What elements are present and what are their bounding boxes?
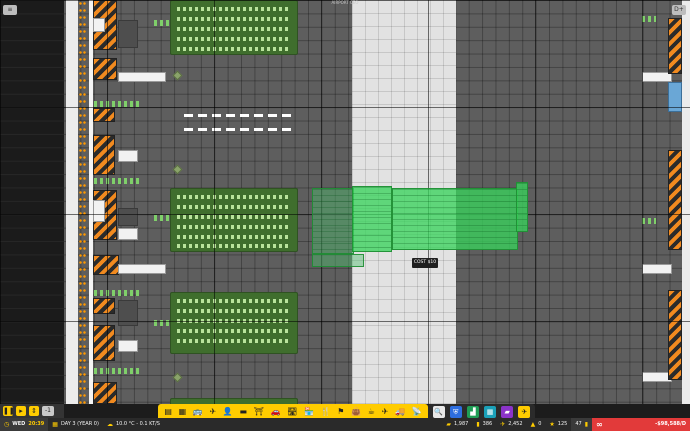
status-bar: ◷ WED 20:39 ▦ DAY 3 (YEAR 0) ☁ 10.0 °C -… — [0, 418, 690, 431]
bus-icon[interactable]: 🚌 — [193, 404, 203, 419]
weather-label: 10.0 °C - 0.1 KT/S — [115, 421, 160, 427]
gate-icon[interactable]: ⛩ — [254, 404, 264, 419]
placement-preview — [312, 188, 354, 254]
coffee-icon[interactable]: ☕ — [368, 404, 375, 419]
placement-preview — [516, 182, 528, 232]
flights-stat[interactable]: ✈ 2,452 — [496, 418, 526, 431]
road-icon[interactable]: 🛣 — [287, 404, 297, 419]
warning-icon: ▲ — [530, 421, 536, 428]
person-icon: ▮ — [584, 421, 588, 428]
shield-icon[interactable]: ⛨ — [449, 405, 462, 418]
time-label: 20:39 — [28, 421, 45, 427]
placement-preview — [312, 254, 364, 267]
person-icon[interactable]: 👤 — [223, 404, 233, 419]
passengers-stat[interactable]: ▰ 1,987 — [442, 418, 472, 431]
money-label: -$98,588/D — [655, 421, 686, 427]
shop-icon[interactable]: 🏪 — [304, 404, 314, 419]
day-label: WED — [12, 421, 26, 427]
search-icon[interactable]: 🔍 — [432, 405, 445, 418]
staff-stat[interactable]: ▮ 386 — [472, 418, 496, 431]
clock-icon: ◷ — [4, 421, 10, 428]
corner-button[interactable]: D+ — [672, 5, 686, 15]
infinite-symbol: ∞ — [596, 420, 603, 429]
star-icon: ★ — [549, 421, 555, 428]
placement-preview — [392, 188, 518, 250]
vertical-arrows-icon[interactable]: ⇕ — [29, 406, 39, 416]
runway-icon[interactable]: ✈ — [209, 404, 216, 419]
calendar-icon: ▦ — [52, 421, 58, 428]
clock: ◷ WED 20:39 — [0, 418, 49, 431]
zone-icon[interactable]: ▤ — [164, 404, 172, 419]
menu-icon[interactable]: ≡ — [3, 5, 17, 15]
cost-tooltip: COST $10 — [412, 258, 438, 268]
level-stat[interactable]: 47 ▮ — [571, 418, 592, 431]
flag-icon[interactable]: ⚑ — [337, 404, 344, 419]
info-icon[interactable]: ▰ — [501, 405, 514, 418]
stats-icon[interactable]: ▟ — [466, 405, 479, 418]
food-icon[interactable]: 🍴 — [321, 404, 331, 419]
layers-icon[interactable]: ▦ — [484, 405, 497, 418]
build-toolbar: ▤ ▦ 🚌 ✈ 👤 ▬ ⛩ 🚗 🛣 🏪 🍴 ⚑ 👜 ☕ ✈ 🚚 📡 — [158, 404, 428, 419]
flights-icon: ✈ — [500, 421, 506, 428]
bag-icon[interactable]: 👜 — [351, 404, 361, 419]
staff-icon: ▮ — [476, 421, 480, 428]
date-display: ▦ DAY 3 (YEAR 0) — [48, 418, 103, 431]
passengers-icon: ▰ — [446, 421, 452, 428]
game-world[interactable]: COST $10 AIRPORT CEO ≡ D+ — [0, 0, 690, 404]
window-title: AIRPORT CEO — [331, 0, 359, 5]
weather-display: ☁ 10.0 °C - 0.1 KT/S — [103, 418, 164, 431]
weather-icon: ☁ — [106, 421, 113, 428]
truck-icon[interactable]: 🚚 — [395, 404, 405, 419]
speed-controls: ❚❚ ▸ ⇕ -1 — [0, 404, 64, 418]
date-label: DAY 3 (YEAR 0) — [60, 421, 99, 427]
rating-stat[interactable]: ★ 125 — [545, 418, 571, 431]
pause-icon[interactable]: ❚❚ — [3, 406, 15, 416]
placement-preview — [352, 186, 392, 252]
overlay-toolbar: 🔍 ⛨ ▟ ▦ ▰ ✈ — [428, 404, 535, 419]
speed-up-icon[interactable]: ▸ — [16, 406, 26, 416]
speed-badge: -1 — [42, 406, 54, 416]
money-display[interactable]: ∞ -$98,588/D — [592, 418, 690, 431]
plane-view-icon[interactable]: ✈ — [518, 405, 531, 418]
plane-icon[interactable]: ✈ — [382, 404, 389, 419]
warnings-stat[interactable]: ▲ 0 — [527, 418, 546, 431]
atc-icon[interactable]: 📡 — [412, 404, 422, 419]
build-icon[interactable]: ▦ — [179, 404, 187, 419]
bed-icon[interactable]: ▬ — [239, 404, 247, 419]
car-icon[interactable]: 🚗 — [271, 404, 281, 419]
